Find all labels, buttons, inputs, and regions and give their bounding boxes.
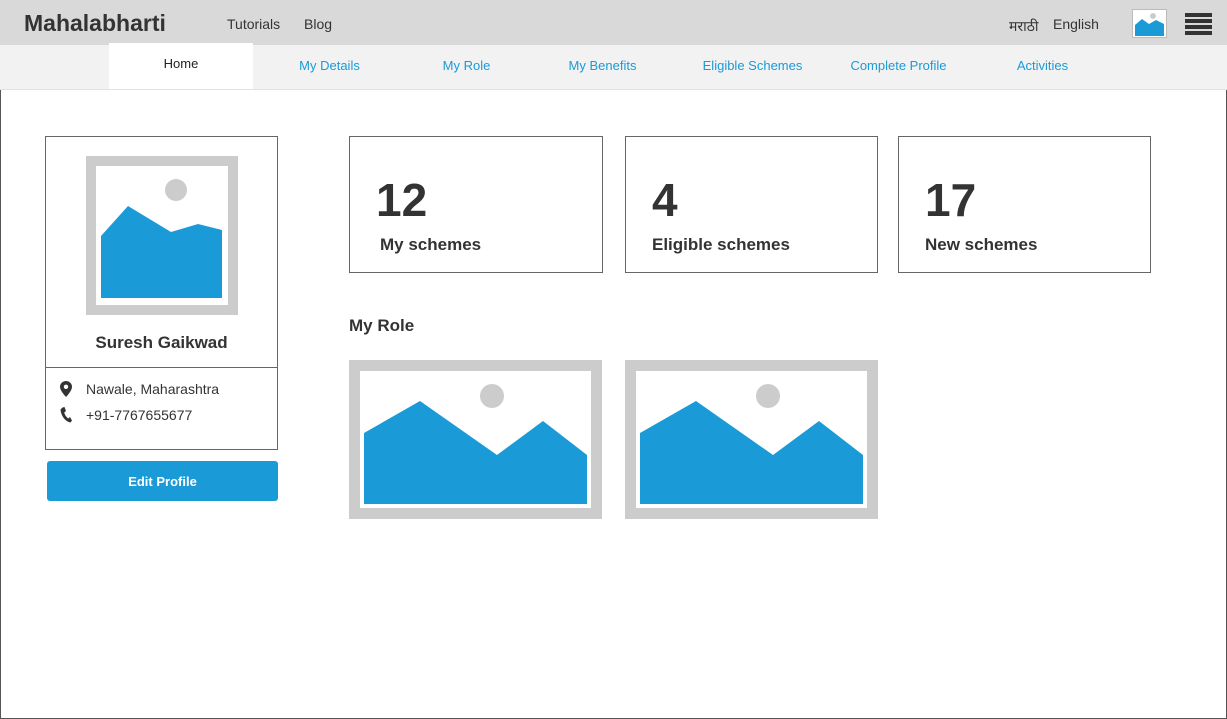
language-marathi[interactable]: मराठी (1009, 17, 1038, 36)
tab-home[interactable]: Home (109, 43, 253, 89)
phone-row: +91-7767655677 (60, 407, 192, 423)
phone-text: +91-7767655677 (86, 407, 193, 423)
tab-my-benefits[interactable]: My Benefits (535, 45, 670, 89)
hamburger-menu-icon[interactable] (1185, 13, 1212, 35)
location-text: Nawale, Maharashtra (86, 381, 220, 397)
map-pin-icon (60, 381, 72, 397)
divider (46, 367, 277, 368)
profile-card: Suresh Gaikwad Nawale, Maharashtra +91-7… (45, 136, 278, 450)
tab-my-details[interactable]: My Details (257, 45, 402, 89)
profile-photo-icon (86, 156, 238, 315)
tab-activities[interactable]: Activities (980, 45, 1105, 89)
stat-value: 12 (376, 174, 428, 226)
user-avatar-icon[interactable] (1132, 9, 1167, 38)
location-row: Nawale, Maharashtra (60, 381, 219, 397)
stat-value: 4 (652, 174, 678, 226)
image-placeholder-icon (636, 371, 867, 508)
brand-logo[interactable]: Mahalabharti (24, 10, 166, 37)
blog-link[interactable]: Blog (304, 16, 332, 32)
tab-eligible-schemes[interactable]: Eligible Schemes (680, 45, 825, 89)
language-english[interactable]: English (1053, 16, 1099, 32)
edit-profile-button[interactable]: Edit Profile (47, 461, 278, 501)
tutorials-link[interactable]: Tutorials (227, 16, 280, 32)
stat-label: My schemes (380, 235, 482, 254)
my-role-heading: My Role (349, 316, 415, 335)
top-bar: Mahalabharti Tutorials Blog मराठी Englis… (0, 0, 1227, 45)
image-placeholder-icon (96, 166, 228, 305)
stat-card-new-schemes[interactable]: 17 New schemes (898, 136, 1151, 273)
stat-card-eligible-schemes[interactable]: 4 Eligible schemes (625, 136, 878, 273)
nav-tabs: Home My Details My Role My Benefits Elig… (0, 43, 1227, 90)
stat-value: 17 (925, 174, 977, 226)
profile-name: Suresh Gaikwad (95, 333, 228, 352)
stat-card-my-schemes[interactable]: 12 My schemes (349, 136, 603, 273)
stat-label: New schemes (925, 235, 1038, 254)
tab-complete-profile[interactable]: Complete Profile (826, 45, 971, 89)
phone-icon (60, 407, 72, 423)
tab-my-role[interactable]: My Role (404, 45, 529, 89)
stat-label: Eligible schemes (652, 235, 790, 254)
role-image-2[interactable] (625, 360, 878, 519)
role-image-1[interactable] (349, 360, 602, 519)
image-placeholder-icon (360, 371, 591, 508)
